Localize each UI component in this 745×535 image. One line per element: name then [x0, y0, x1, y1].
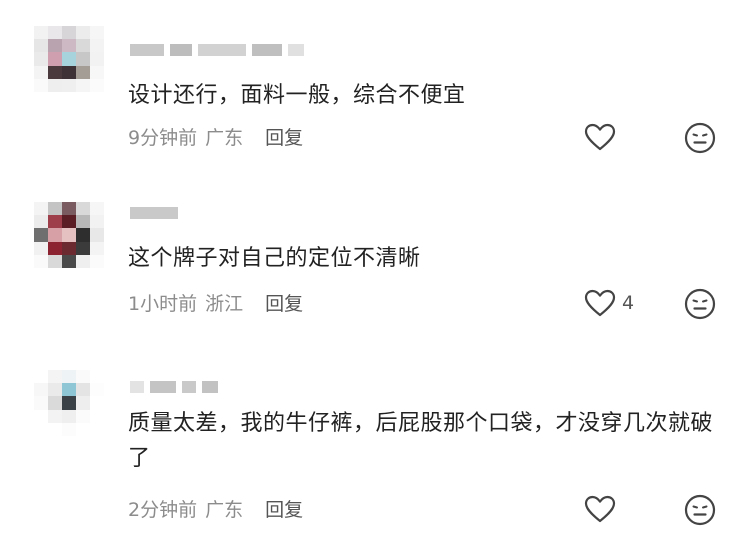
avatar[interactable]: [34, 202, 104, 268]
reply-button[interactable]: 回复: [265, 289, 303, 316]
heart-outline-icon: [584, 123, 616, 151]
username-blurred[interactable]: [130, 206, 178, 220]
heart-outline-icon: [584, 495, 616, 523]
reply-button[interactable]: 回复: [265, 495, 303, 522]
comment-text: 质量太差，我的牛仔裤，后屁股那个口袋，才没穿几次就破了: [128, 411, 714, 471]
like-button[interactable]: 4: [584, 289, 634, 317]
comment-text: 这个牌子对自己的定位不清晰: [128, 246, 421, 271]
neutral-face-icon: [684, 494, 716, 526]
comment-time: 1小时前: [128, 292, 198, 315]
avatar[interactable]: [34, 370, 104, 436]
comment-location: 广东: [205, 498, 244, 521]
like-button[interactable]: [584, 123, 622, 151]
like-count: 4: [622, 292, 635, 314]
comment-time: 9分钟前: [128, 126, 198, 149]
comment-meta: 9分钟前 广东 回复: [128, 122, 303, 150]
like-button[interactable]: [584, 495, 622, 523]
avatar[interactable]: [34, 26, 104, 92]
comment-location: 浙江: [205, 292, 244, 315]
neutral-face-icon: [684, 122, 716, 154]
comment-text: 设计还行，面料一般，综合不便宜: [128, 83, 466, 108]
comment-time: 2分钟前: [128, 498, 198, 521]
dislike-button[interactable]: [684, 122, 716, 158]
comment-meta: 2分钟前 广东 回复: [128, 494, 303, 522]
neutral-face-icon: [684, 288, 716, 320]
comment-meta: 1小时前 浙江 回复: [128, 288, 303, 316]
dislike-button[interactable]: [684, 288, 716, 324]
dislike-button[interactable]: [684, 494, 716, 530]
username-blurred[interactable]: [130, 43, 304, 57]
heart-outline-icon: [584, 289, 616, 317]
comment-location: 广东: [205, 126, 244, 149]
username-blurred[interactable]: [130, 380, 218, 394]
reply-button[interactable]: 回复: [265, 123, 303, 150]
